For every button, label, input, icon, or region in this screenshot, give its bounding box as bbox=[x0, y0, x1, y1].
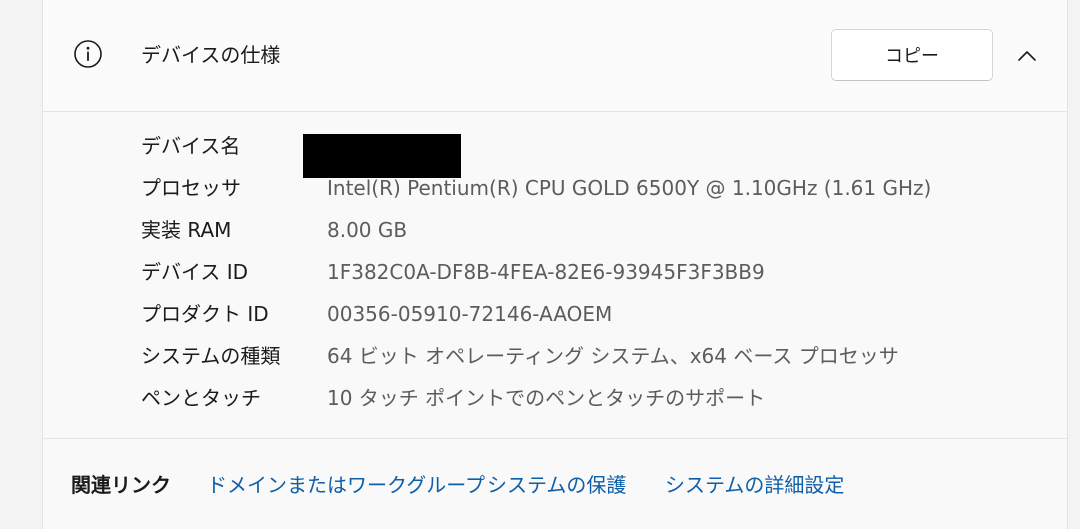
spec-value[interactable]: 10 タッチ ポイントでのペンとタッチのサポート bbox=[327, 384, 765, 412]
spec-value[interactable]: Intel(R) Pentium(R) CPU GOLD 6500Y @ 1.1… bbox=[327, 174, 931, 202]
spec-row-device-name: デバイス名 bbox=[43, 125, 1067, 178]
spec-row-ram: 実装 RAM 8.00 GB bbox=[43, 209, 1067, 251]
copy-button[interactable]: コピー bbox=[831, 29, 993, 81]
spec-value[interactable]: 1F382C0A-DF8B-4FEA-82E6-93945F3F3BB9 bbox=[327, 258, 765, 286]
spec-value[interactable]: 00356-05910-72146-AAOEM bbox=[327, 300, 612, 328]
spec-label: プロセッサ bbox=[141, 176, 241, 200]
link-system-protection[interactable]: システムの保護 bbox=[487, 471, 626, 499]
related-links-bar: 関連リンク ドメインまたはワークグループ システムの保護 システムの詳細設定 bbox=[43, 438, 1067, 529]
spec-label: デバイス ID bbox=[141, 260, 249, 284]
spec-label: システムの種類 bbox=[141, 344, 281, 368]
spec-label: ペンとタッチ bbox=[141, 386, 261, 410]
device-specs-panel: デバイスの仕様 コピー デバイス名 プロセッサ Intel(R) Pentium… bbox=[42, 0, 1068, 529]
spec-value[interactable]: 8.00 GB bbox=[327, 216, 407, 244]
spec-row-system-type: システムの種類 64 ビット オペレーティング システム、x64 ベース プロセ… bbox=[43, 335, 1067, 377]
link-advanced-system-settings[interactable]: システムの詳細設定 bbox=[665, 471, 844, 499]
info-icon bbox=[73, 39, 103, 69]
device-specs-header[interactable]: デバイスの仕様 コピー bbox=[43, 0, 1067, 112]
spec-label: デバイス名 bbox=[141, 134, 241, 158]
spec-row-processor: プロセッサ Intel(R) Pentium(R) CPU GOLD 6500Y… bbox=[43, 167, 1067, 209]
spec-row-pen-touch: ペンとタッチ 10 タッチ ポイントでのペンとタッチのサポート bbox=[43, 377, 1067, 419]
spec-row-product-id: プロダクト ID 00356-05910-72146-AAOEM bbox=[43, 293, 1067, 335]
spec-label: プロダクト ID bbox=[141, 302, 269, 326]
spec-value[interactable]: 64 ビット オペレーティング システム、x64 ベース プロセッサ bbox=[327, 342, 899, 370]
link-domain-workgroup[interactable]: ドメインまたはワークグループ bbox=[207, 471, 485, 499]
spec-list: デバイス名 プロセッサ Intel(R) Pentium(R) CPU GOLD… bbox=[43, 113, 1067, 438]
related-links-label: 関連リンク bbox=[71, 473, 171, 497]
spec-row-device-id: デバイス ID 1F382C0A-DF8B-4FEA-82E6-93945F3F… bbox=[43, 251, 1067, 293]
chevron-up-icon[interactable] bbox=[1009, 38, 1045, 74]
section-title: デバイスの仕様 bbox=[141, 43, 281, 67]
spec-label: 実装 RAM bbox=[141, 218, 232, 242]
